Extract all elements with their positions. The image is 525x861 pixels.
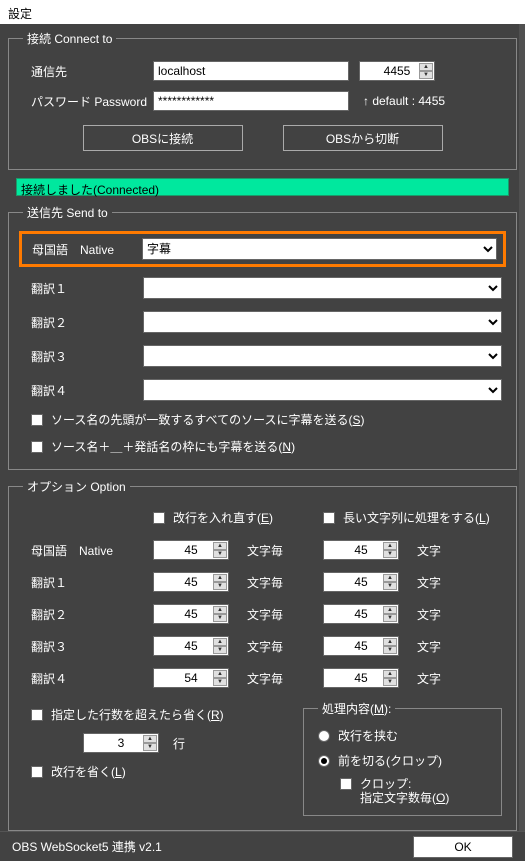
omit-over-lines-checkbox[interactable] bbox=[31, 709, 43, 721]
prefix-match-label: ソース名の先頭が一致するすべてのソースに字幕を送る(S) bbox=[51, 411, 365, 428]
window-title: 設定 bbox=[8, 7, 32, 21]
window-titlebar: 設定 bbox=[0, 0, 525, 24]
opt-t4-chars-per[interactable]: 54▲▼ bbox=[153, 668, 229, 688]
connect-group: 接続 Connect to 通信先 4455 ▲ ▼ パスワード Passwor… bbox=[8, 30, 517, 170]
omit-lf-checkbox[interactable] bbox=[31, 766, 43, 778]
native-combo[interactable]: 字幕 bbox=[142, 238, 497, 260]
radio-insert-lf-label: 改行を挟む bbox=[338, 727, 398, 744]
radio-crop-front-label: 前を切る(クロップ) bbox=[338, 752, 442, 769]
opt-t2-chars[interactable]: 45▲▼ bbox=[323, 604, 399, 624]
opt-t4-chars[interactable]: 45▲▼ bbox=[323, 668, 399, 688]
opt-t4-label: 翻訳４ bbox=[23, 670, 153, 687]
connection-status: 接続しました(Connected) bbox=[16, 178, 509, 196]
t2-label: 翻訳２ bbox=[23, 314, 143, 331]
spinner-icon[interactable]: ▲▼ bbox=[383, 542, 397, 558]
host-label: 通信先 bbox=[23, 63, 153, 80]
omit-over-lines-label: 指定した行数を超えたら省く(R) bbox=[51, 706, 224, 723]
t4-combo[interactable] bbox=[143, 379, 502, 401]
unit-label: 文字毎 bbox=[247, 542, 311, 559]
footer: OBS WebSocket5 連携 v2.1 OK bbox=[0, 831, 525, 861]
opt-native-chars-per[interactable]: 45 ▲▼ bbox=[153, 540, 229, 560]
spinner-icon[interactable]: ▲▼ bbox=[213, 542, 227, 558]
processing-legend: 処理内容(M): bbox=[318, 700, 395, 717]
reinsert-lf-checkbox[interactable] bbox=[153, 512, 165, 524]
unit-label: 文字 bbox=[417, 542, 481, 559]
sendto-legend: 送信先 Send to bbox=[23, 204, 112, 221]
port-default-hint: ↑ default : 4455 bbox=[363, 94, 445, 108]
processing-group: 処理内容(M): 改行を挟む 前を切る(クロップ) クロップ: 指定文字数毎(O… bbox=[303, 700, 502, 816]
opt-t1-chars-per[interactable]: 45▲▼ bbox=[153, 572, 229, 592]
native-row-highlight: 母国語 Native 字幕 bbox=[19, 231, 506, 267]
opt-t2-label: 翻訳２ bbox=[23, 606, 153, 623]
option-group: オプション Option 改行を入れ直す(E) 長い文字列に処理をする(L) 母… bbox=[8, 478, 517, 831]
connect-legend: 接続 Connect to bbox=[23, 30, 116, 47]
crop-per-chars-checkbox[interactable] bbox=[340, 778, 352, 790]
lines-input[interactable]: 3 ▲▼ bbox=[83, 733, 159, 753]
option-legend: オプション Option bbox=[23, 478, 130, 495]
opt-native-label: 母国語 Native bbox=[23, 542, 153, 559]
omit-lf-label: 改行を省く(L) bbox=[51, 763, 126, 780]
long-string-label: 長い文字列に処理をする(L) bbox=[343, 509, 490, 526]
port-value: 4455 bbox=[384, 64, 411, 78]
t3-label: 翻訳３ bbox=[23, 348, 143, 365]
speaker-frame-checkbox[interactable] bbox=[31, 441, 43, 453]
t3-combo[interactable] bbox=[143, 345, 502, 367]
port-spinner[interactable]: ▲ ▼ bbox=[419, 63, 433, 79]
opt-t2-chars-per[interactable]: 45▲▼ bbox=[153, 604, 229, 624]
t4-label: 翻訳４ bbox=[23, 382, 143, 399]
t1-label: 翻訳１ bbox=[23, 280, 143, 297]
ok-button[interactable]: OK bbox=[413, 836, 513, 858]
sendto-group: 送信先 Send to 母国語 Native 字幕 翻訳１ 翻訳２ 翻訳３ 翻訳… bbox=[8, 204, 517, 470]
reinsert-lf-label: 改行を入れ直す(E) bbox=[173, 509, 273, 526]
opt-t3-chars[interactable]: 45▲▼ bbox=[323, 636, 399, 656]
connect-button[interactable]: OBSに接続 bbox=[83, 125, 243, 151]
crop-per-chars-label: クロップ: 指定文字数毎(O) bbox=[360, 777, 449, 805]
opt-t3-chars-per[interactable]: 45▲▼ bbox=[153, 636, 229, 656]
opt-t3-label: 翻訳３ bbox=[23, 638, 153, 655]
lines-unit: 行 bbox=[173, 735, 185, 752]
native-label: 母国語 Native bbox=[28, 241, 142, 258]
long-string-checkbox[interactable] bbox=[323, 512, 335, 524]
opt-t1-label: 翻訳１ bbox=[23, 574, 153, 591]
password-input[interactable] bbox=[153, 91, 349, 111]
password-label: パスワード Password bbox=[23, 93, 153, 110]
prefix-match-checkbox[interactable] bbox=[31, 414, 43, 426]
spinner-down-icon[interactable]: ▼ bbox=[419, 71, 433, 79]
opt-native-chars[interactable]: 45 ▲▼ bbox=[323, 540, 399, 560]
t1-combo[interactable] bbox=[143, 277, 502, 299]
disconnect-button[interactable]: OBSから切断 bbox=[283, 125, 443, 151]
t2-combo[interactable] bbox=[143, 311, 502, 333]
speaker-frame-label: ソース名＋＿＋発話名の枠にも字幕を送る(N) bbox=[51, 438, 295, 455]
radio-insert-lf[interactable] bbox=[318, 730, 330, 742]
vertical-scrollbar[interactable] bbox=[519, 24, 525, 831]
spinner-up-icon[interactable]: ▲ bbox=[419, 63, 433, 71]
opt-t1-chars[interactable]: 45▲▼ bbox=[323, 572, 399, 592]
radio-crop-front[interactable] bbox=[318, 755, 330, 767]
port-input[interactable]: 4455 ▲ ▼ bbox=[359, 61, 435, 81]
host-input[interactable] bbox=[153, 61, 349, 81]
version-label: OBS WebSocket5 連携 v2.1 bbox=[12, 838, 413, 855]
